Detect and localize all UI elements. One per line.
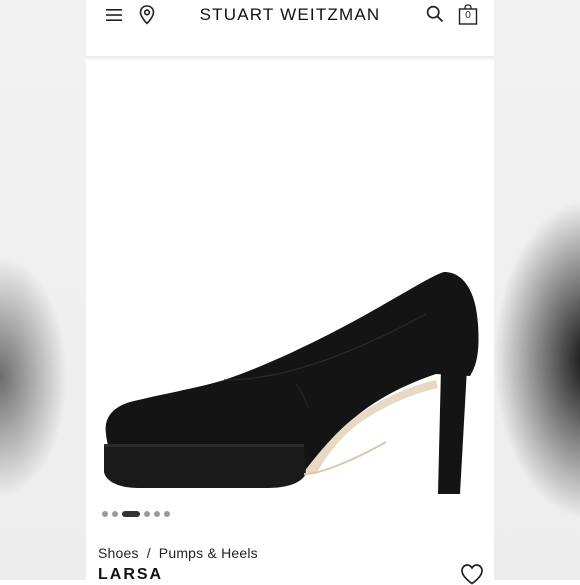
- mobile-page: STUART WEITZMAN 0 Shoes / Pumps & Heels …: [86, 0, 494, 585]
- blurred-backdrop-right: [480, 0, 580, 580]
- breadcrumb-pumps-heels[interactable]: Pumps & Heels: [159, 545, 258, 561]
- search-icon[interactable]: [426, 5, 444, 23]
- carousel-dot[interactable]: [144, 511, 150, 517]
- product-image[interactable]: [86, 62, 494, 502]
- image-carousel-dots: [102, 510, 170, 518]
- cart-count-badge: 0: [465, 10, 471, 21]
- breadcrumb-shoes[interactable]: Shoes: [98, 545, 139, 561]
- carousel-dot[interactable]: [112, 511, 118, 517]
- carousel-dot[interactable]: [164, 511, 170, 517]
- site-header: STUART WEITZMAN 0: [86, 0, 494, 34]
- carousel-dot-active[interactable]: [122, 511, 140, 517]
- shopping-bag-button[interactable]: 0: [458, 4, 478, 25]
- heart-icon[interactable]: [460, 563, 484, 585]
- breadcrumb-separator: /: [146, 545, 151, 561]
- header-divider: [86, 56, 494, 61]
- carousel-dot[interactable]: [102, 511, 108, 517]
- breadcrumb: Shoes / Pumps & Heels: [98, 545, 258, 561]
- blurred-backdrop-left: [0, 0, 100, 580]
- carousel-dot[interactable]: [154, 511, 160, 517]
- product-title: LARSA: [98, 566, 164, 583]
